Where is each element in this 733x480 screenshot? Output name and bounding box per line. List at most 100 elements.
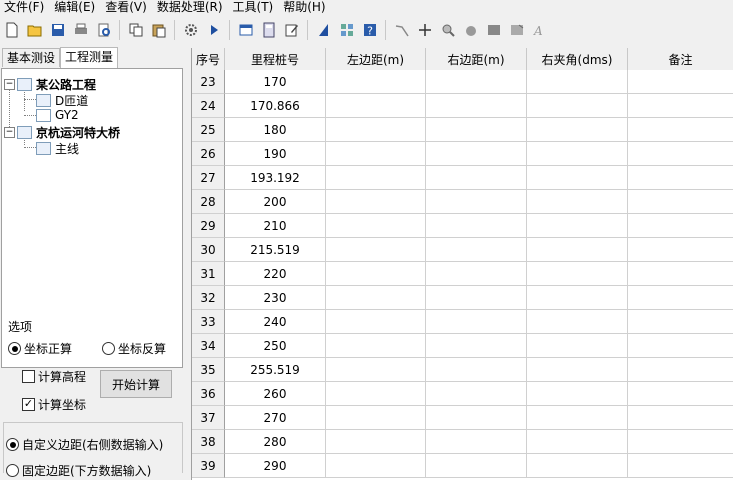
row-index-cell[interactable]: 30 xyxy=(192,238,225,262)
remarks-cell[interactable] xyxy=(628,454,733,478)
right-angle-cell[interactable] xyxy=(527,70,628,94)
station-cell[interactable]: 180 xyxy=(225,118,326,142)
row-index-cell[interactable]: 23 xyxy=(192,70,225,94)
station-cell[interactable]: 210 xyxy=(225,214,326,238)
row-index-cell[interactable]: 27 xyxy=(192,166,225,190)
checkbox-calc-elevation[interactable]: 计算高程 xyxy=(22,368,86,385)
right-angle-cell[interactable] xyxy=(527,214,628,238)
right-angle-cell[interactable] xyxy=(527,454,628,478)
start-calc-button[interactable]: 开始计算 xyxy=(100,370,172,398)
run-icon[interactable] xyxy=(204,20,224,40)
open-folder-icon[interactable] xyxy=(25,20,45,40)
row-index-cell[interactable]: 39 xyxy=(192,454,225,478)
new-file-icon[interactable] xyxy=(2,20,22,40)
remarks-cell[interactable] xyxy=(628,334,733,358)
checkbox-calc-coords[interactable]: ✓ 计算坐标 xyxy=(22,396,86,413)
save-icon[interactable] xyxy=(48,20,68,40)
right-offset-cell[interactable] xyxy=(426,262,527,286)
menu-file[interactable]: 文件(F) xyxy=(0,0,50,14)
row-index-cell[interactable]: 29 xyxy=(192,214,225,238)
right-angle-cell[interactable] xyxy=(527,310,628,334)
right-angle-cell[interactable] xyxy=(527,166,628,190)
row-index-cell[interactable]: 38 xyxy=(192,430,225,454)
remarks-cell[interactable] xyxy=(628,214,733,238)
remarks-cell[interactable] xyxy=(628,286,733,310)
right-angle-cell[interactable] xyxy=(527,334,628,358)
left-offset-cell[interactable] xyxy=(326,238,426,262)
right-angle-cell[interactable] xyxy=(527,382,628,406)
station-cell[interactable]: 255.519 xyxy=(225,358,326,382)
left-offset-cell[interactable] xyxy=(326,454,426,478)
right-offset-cell[interactable] xyxy=(426,454,527,478)
edit-icon[interactable] xyxy=(282,20,302,40)
station-cell[interactable]: 250 xyxy=(225,334,326,358)
radio-custom-edge[interactable]: 自定义边距(右侧数据输入) xyxy=(6,436,163,453)
menu-edit[interactable]: 编辑(E) xyxy=(50,0,101,14)
checkbox-icon[interactable] xyxy=(22,370,35,383)
right-angle-cell[interactable] xyxy=(527,94,628,118)
radio-icon[interactable] xyxy=(102,342,115,355)
station-cell[interactable]: 220 xyxy=(225,262,326,286)
left-offset-cell[interactable] xyxy=(326,214,426,238)
station-cell[interactable]: 170 xyxy=(225,70,326,94)
station-cell[interactable]: 290 xyxy=(225,454,326,478)
left-offset-cell[interactable] xyxy=(326,262,426,286)
radio-selected-icon[interactable] xyxy=(8,342,21,355)
left-offset-cell[interactable] xyxy=(326,334,426,358)
tab-basic-setout[interactable]: 基本测设 xyxy=(2,48,61,67)
left-offset-cell[interactable] xyxy=(326,142,426,166)
menu-help[interactable]: 帮助(H) xyxy=(279,0,331,14)
row-index-cell[interactable]: 26 xyxy=(192,142,225,166)
right-offset-cell[interactable] xyxy=(426,190,527,214)
image-icon[interactable] xyxy=(507,20,527,40)
row-index-cell[interactable]: 36 xyxy=(192,382,225,406)
square-icon[interactable] xyxy=(484,20,504,40)
crosshair-icon[interactable] xyxy=(415,20,435,40)
row-index-cell[interactable]: 32 xyxy=(192,286,225,310)
checkmark-icon[interactable]: ✓ xyxy=(22,398,35,411)
left-offset-cell[interactable] xyxy=(326,190,426,214)
left-offset-cell[interactable] xyxy=(326,94,426,118)
station-cell[interactable]: 240 xyxy=(225,310,326,334)
left-offset-cell[interactable] xyxy=(326,406,426,430)
menu-view[interactable]: 查看(V) xyxy=(101,0,153,14)
settings-icon[interactable] xyxy=(181,20,201,40)
right-angle-cell[interactable] xyxy=(527,238,628,262)
left-offset-cell[interactable] xyxy=(326,286,426,310)
header-right-angle[interactable]: 右夹角(dms) xyxy=(527,48,628,70)
remarks-cell[interactable] xyxy=(628,430,733,454)
header-remarks[interactable]: 备注 xyxy=(628,48,733,70)
row-index-cell[interactable]: 24 xyxy=(192,94,225,118)
left-offset-cell[interactable] xyxy=(326,310,426,334)
left-offset-cell[interactable] xyxy=(326,166,426,190)
header-left-offset[interactable]: 左边距(m) xyxy=(326,48,426,70)
tree-node-d-ramp[interactable]: D匝道 xyxy=(36,92,88,109)
remarks-cell[interactable] xyxy=(628,238,733,262)
remarks-cell[interactable] xyxy=(628,310,733,334)
right-offset-cell[interactable] xyxy=(426,94,527,118)
radio-inverse[interactable]: 坐标反算 xyxy=(102,340,166,357)
right-offset-cell[interactable] xyxy=(426,406,527,430)
station-cell[interactable]: 215.519 xyxy=(225,238,326,262)
right-angle-cell[interactable] xyxy=(527,358,628,382)
right-offset-cell[interactable] xyxy=(426,238,527,262)
remarks-cell[interactable] xyxy=(628,190,733,214)
station-cell[interactable]: 280 xyxy=(225,430,326,454)
vector-icon[interactable] xyxy=(314,20,334,40)
tree-node-gy2[interactable]: GY2 xyxy=(36,108,79,122)
station-cell[interactable]: 230 xyxy=(225,286,326,310)
window-icon[interactable] xyxy=(236,20,256,40)
calculator-icon[interactable] xyxy=(259,20,279,40)
right-offset-cell[interactable] xyxy=(426,382,527,406)
header-station[interactable]: 里程桩号 xyxy=(225,48,326,70)
right-offset-cell[interactable] xyxy=(426,166,527,190)
right-angle-cell[interactable] xyxy=(527,430,628,454)
right-offset-cell[interactable] xyxy=(426,310,527,334)
left-offset-cell[interactable] xyxy=(326,430,426,454)
pan-hand-icon[interactable] xyxy=(461,20,481,40)
remarks-cell[interactable] xyxy=(628,406,733,430)
collapse-icon[interactable]: − xyxy=(4,127,15,138)
radio-forward[interactable]: 坐标正算 xyxy=(8,340,72,357)
print-preview-icon[interactable] xyxy=(94,20,114,40)
right-offset-cell[interactable] xyxy=(426,142,527,166)
